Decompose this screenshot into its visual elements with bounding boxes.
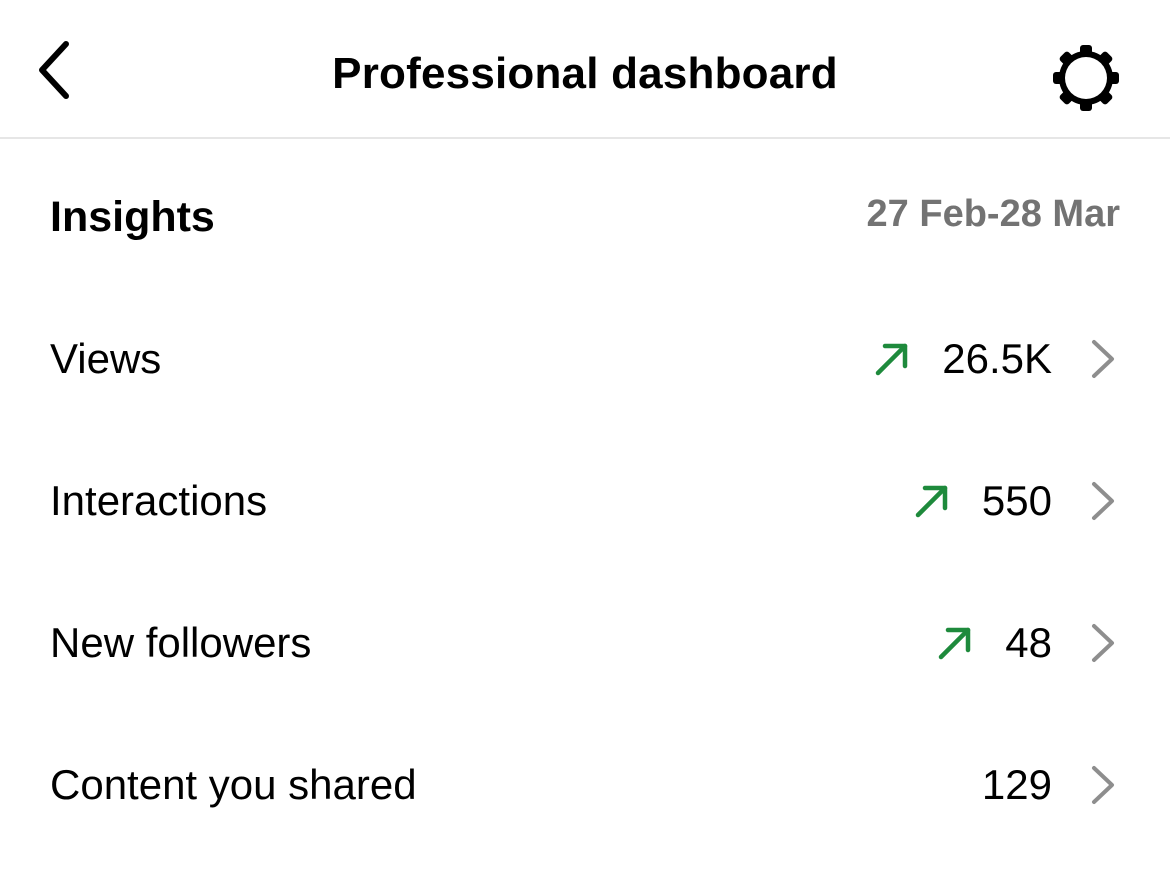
top-bar: Professional dashboard <box>0 0 1170 139</box>
metric-row-content-you-shared[interactable]: Content you shared 129 <box>0 714 1170 856</box>
metric-value: 129 <box>981 761 1052 808</box>
metric-row-new-followers[interactable]: New followers 48 <box>0 572 1170 714</box>
metric-label: New followers <box>50 619 312 666</box>
professional-dashboard-screen: Professional dashboard Insights 27 Feb-2… <box>0 0 1170 880</box>
metric-row-views[interactable]: Views 26.5K <box>0 288 1170 430</box>
metric-label: Interactions <box>50 477 268 524</box>
chevron-right-icon <box>1092 624 1114 662</box>
metric-value: 48 <box>1005 619 1052 666</box>
metric-row-interactions[interactable]: Interactions 550 <box>0 430 1170 572</box>
metric-value-group: 48 <box>935 615 1052 671</box>
gear-icon <box>1053 45 1119 111</box>
metric-value-group: 550 <box>912 473 1052 529</box>
insights-header: Insights 27 Feb-28 Mar <box>50 185 1120 249</box>
metric-value-group: 26.5K <box>872 331 1052 387</box>
page-title: Professional dashboard <box>332 49 838 98</box>
trend-up-arrow-icon <box>935 623 975 663</box>
metric-label: Content you shared <box>50 761 417 808</box>
trend-up-arrow-icon <box>872 339 912 379</box>
metric-label: Views <box>50 335 162 382</box>
chevron-right-icon <box>1092 766 1114 804</box>
metric-value-group: 129 <box>982 757 1052 813</box>
trend-up-arrow-icon <box>912 481 952 521</box>
metric-list: Views 26.5K Interactions 550 New followe… <box>0 288 1170 856</box>
metric-value: 550 <box>981 477 1052 524</box>
chevron-right-icon <box>1092 482 1114 520</box>
chevron-right-icon <box>1092 340 1114 378</box>
insights-title: Insights <box>50 193 215 241</box>
settings-button[interactable] <box>1042 34 1130 122</box>
date-range[interactable]: 27 Feb-28 Mar <box>867 186 1120 242</box>
metric-value: 26.5K <box>942 335 1052 382</box>
